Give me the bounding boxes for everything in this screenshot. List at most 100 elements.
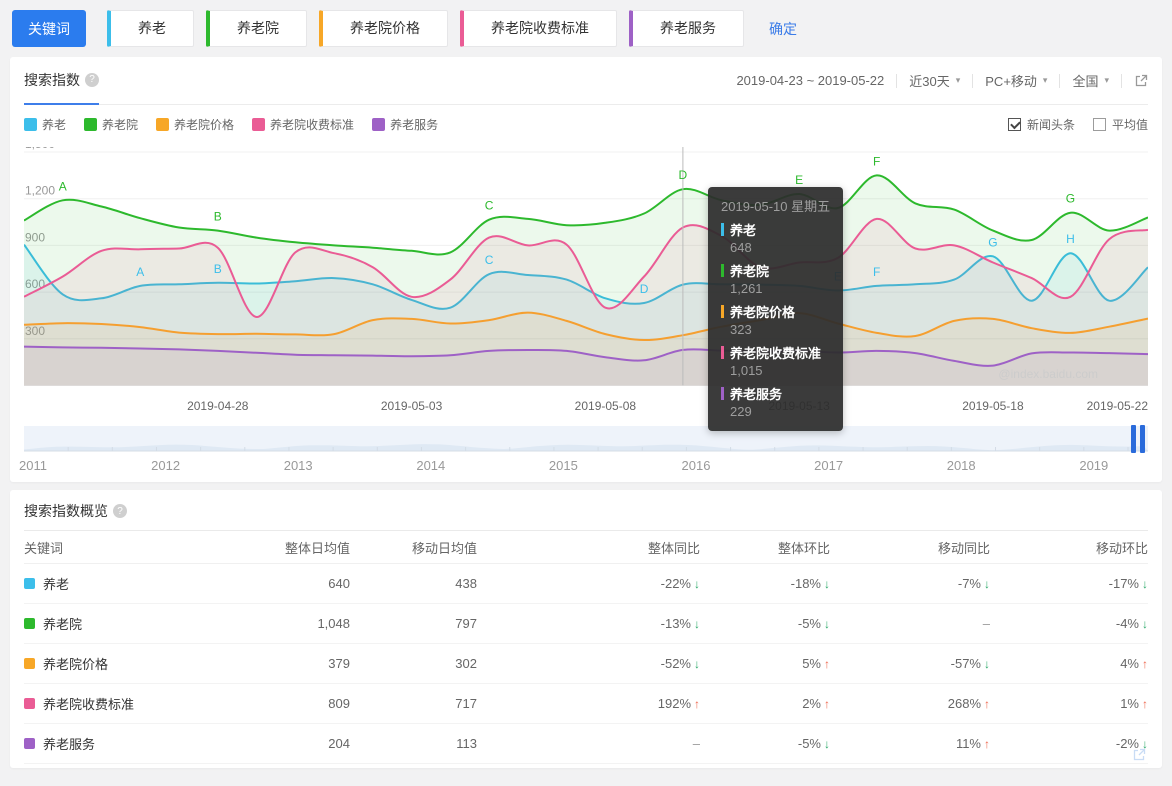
page: 关键词 养老 养老院 养老院价格 养老院收费标准 养老服务 确定 搜索指数 ? 2019… <box>0 0 1172 786</box>
confirm-link[interactable]: 确定 <box>769 19 797 39</box>
color-swatch <box>24 738 35 749</box>
region-select-label: 全国 <box>1072 74 1099 89</box>
value-cell: 302 <box>455 656 477 671</box>
chevron-down-icon: ▾ <box>955 75 961 85</box>
tooltip-color-bar <box>721 387 724 400</box>
pct-value: -5% <box>797 736 821 751</box>
value-cell: 809 <box>328 696 350 711</box>
keyword-tag[interactable]: 养老院价格 <box>319 10 448 47</box>
news-marker-1: E <box>795 173 803 187</box>
checkbox-checked-icon <box>1007 117 1021 131</box>
keyword-tag[interactable]: 养老院收费标准 <box>460 10 617 47</box>
trend-chart[interactable]: 3006009001,2001,500ABCDEFGHABCDEFG @inde… <box>24 147 1148 431</box>
pct-value: -17% <box>1108 576 1139 591</box>
keyword-button[interactable]: 关键词 <box>12 10 86 47</box>
tooltip-color-bar <box>721 346 724 359</box>
overview-header: 搜索指数概览 ? <box>24 490 1148 520</box>
help-icon[interactable]: ? <box>113 504 127 518</box>
year-label: 2017 <box>814 458 844 473</box>
tooltip-value: 1,015 <box>730 363 763 378</box>
pct-cell: -17% ↓ <box>990 576 1148 591</box>
pct-cell: -5% ↓ <box>700 736 830 751</box>
value-cell: 113 <box>456 736 477 751</box>
keyword-tag[interactable]: 养老院 <box>206 10 307 47</box>
checkbox-icon <box>1092 117 1106 131</box>
year-label: 2015 <box>548 458 578 473</box>
tooltip-value: 323 <box>730 322 752 337</box>
region-select[interactable]: 全国 ▾ <box>1072 71 1109 90</box>
x-axis-label: 2019-05-18 <box>962 399 1024 413</box>
tooltip-value: 648 <box>730 240 752 255</box>
legend-label: 养老 <box>42 117 67 132</box>
keyword-cell: 养老院 <box>24 614 244 633</box>
keyword-name: 养老院 <box>43 617 83 632</box>
pct-cell: -13% ↓ <box>477 616 700 631</box>
legend-item[interactable]: 养老院 <box>84 116 138 133</box>
value-cell: 204 <box>328 736 350 751</box>
tooltip-item: 养老院 1,261 <box>721 261 830 297</box>
news-marker-0: H <box>1066 232 1075 246</box>
keyword-tag[interactable]: 养老服务 <box>629 10 744 47</box>
pct-value: 5% <box>802 656 821 671</box>
table-row: 养老院 1,048 797 -13% ↓ -5% ↓ – -4% ↓ <box>24 604 1148 644</box>
y-axis-label: 1,200 <box>25 184 55 198</box>
year-label: 2013 <box>283 458 313 473</box>
tooltip-keyword: 养老院价格 <box>730 305 796 320</box>
pct-value: 192% <box>657 696 691 711</box>
year-label: 2014 <box>416 458 446 473</box>
pct-value: 2% <box>802 696 821 711</box>
tooltip-item-name: 养老院价格 <box>721 302 830 321</box>
pct-value: -57% <box>950 656 981 671</box>
keyword-list: 养老 养老院 养老院价格 养老院收费标准 养老服务 <box>107 10 744 47</box>
pct-value: -5% <box>797 616 821 631</box>
pct-cell: 268% ↑ <box>830 696 990 711</box>
pct-value: 268% <box>947 696 981 711</box>
range-select[interactable]: 近30天 ▾ <box>909 71 960 90</box>
year-label: 2011 <box>19 458 47 473</box>
legend-item[interactable]: 养老 <box>24 116 66 133</box>
chart-header: 搜索指数 ? 2019-04-23 ~ 2019-05-22 近30天 ▾ PC… <box>24 57 1148 105</box>
legend-swatch <box>24 117 37 131</box>
timeline-minimap <box>24 426 1148 452</box>
chart-legend: 养老 养老院 养老院价格 养老院收费标准 养老服务 <box>24 116 456 133</box>
slider-handle-left[interactable] <box>1131 425 1136 453</box>
external-link-icon[interactable] <box>1132 748 1146 762</box>
tooltip-keyword: 养老院收费标准 <box>730 346 822 361</box>
tooltip-items: 养老 648 养老院 1,261 养老院价格 323 养老院收费标准 1,015 养老服务 229 <box>721 220 830 420</box>
slider-handle-right[interactable] <box>1140 425 1145 453</box>
legend-item[interactable]: 养老院收费标准 <box>252 116 354 133</box>
pct-cell: -22% ↓ <box>477 576 700 591</box>
tooltip-keyword: 养老 <box>730 223 757 238</box>
timeline-slider[interactable] <box>24 425 1148 453</box>
help-icon[interactable]: ? <box>85 72 99 87</box>
news-marker-0: F <box>873 265 880 279</box>
keyword-cell: 养老 <box>24 574 244 593</box>
legend-label: 养老服务 <box>390 117 439 132</box>
tooltip-item: 养老院价格 323 <box>721 302 830 338</box>
date-range[interactable]: 2019-04-23 ~ 2019-05-22 <box>736 73 884 88</box>
pct-cell: -2% ↓ <box>990 736 1148 751</box>
news-checkbox-label: 新闻头条 <box>1026 117 1075 132</box>
legend-item[interactable]: 养老服务 <box>372 116 438 133</box>
tooltip-item-name: 养老院收费标准 <box>721 343 830 362</box>
table-row: 养老院收费标准 809 717 192% ↑ 2% ↑ 268% ↑ 1% ↑ <box>24 684 1148 724</box>
tab-search-index[interactable]: 搜索指数 ? <box>24 57 99 105</box>
news-headline-checkbox[interactable]: 新闻头条 <box>1007 116 1075 133</box>
external-link-icon[interactable] <box>1134 74 1148 88</box>
tooltip-item-name: 养老 <box>721 220 830 239</box>
platform-select[interactable]: PC+移动 ▾ <box>985 71 1047 90</box>
no-data-dash: – <box>692 736 700 751</box>
keyword-tag[interactable]: 养老 <box>107 10 194 47</box>
legend-label: 养老院收费标准 <box>270 117 355 132</box>
no-data-dash: – <box>982 616 990 631</box>
watermark: @index.baidu.com <box>998 367 1098 381</box>
year-label: 2019 <box>1079 458 1109 473</box>
value-cell: 438 <box>455 576 477 591</box>
legend-item[interactable]: 养老院价格 <box>156 116 234 133</box>
pct-cell: -4% ↓ <box>990 616 1148 631</box>
pct-cell: 4% ↑ <box>990 656 1148 671</box>
pct-cell: -5% ↓ <box>700 616 830 631</box>
color-swatch <box>24 658 35 669</box>
average-checkbox[interactable]: 平均值 <box>1092 116 1148 133</box>
keyword-bar: 关键词 养老 养老院 养老院价格 养老院收费标准 养老服务 确定 <box>0 0 1172 57</box>
